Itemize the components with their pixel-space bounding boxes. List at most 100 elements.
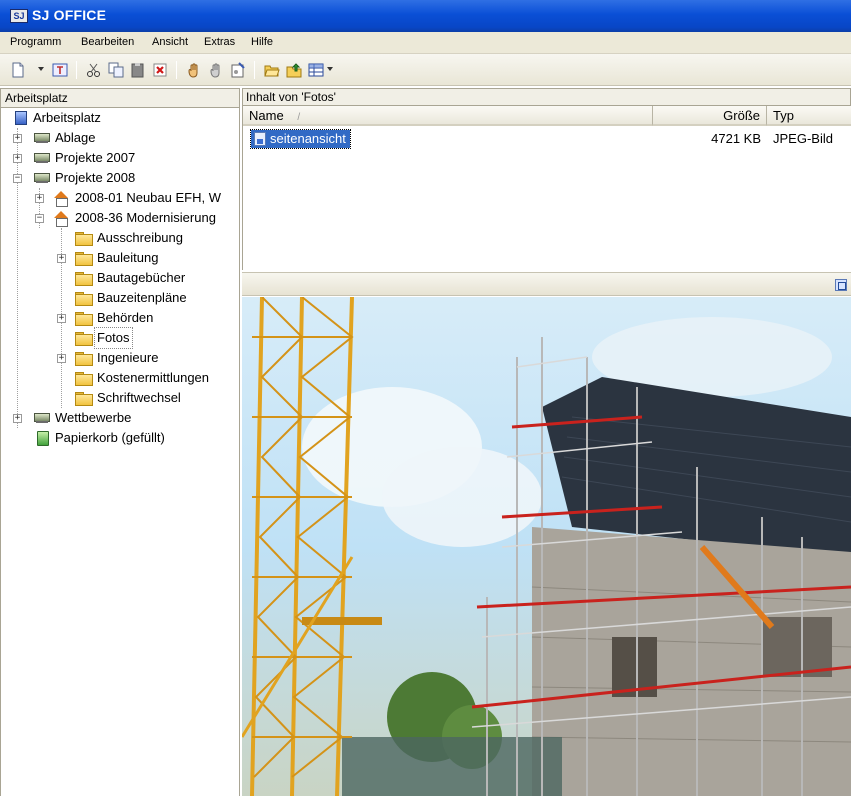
tree-item-arbeitsplatz[interactable]: Arbeitsplatz — [1, 108, 239, 128]
toolbar — [0, 54, 851, 86]
expand-icon[interactable]: + — [57, 254, 66, 263]
column-name[interactable]: Name / — [243, 106, 653, 126]
toolbar-separator — [254, 61, 255, 79]
paste-icon[interactable] — [130, 62, 146, 78]
tree-item-label: Ingenieure — [97, 350, 159, 365]
folder-tree: Arbeitsplatz + Ablage + Projekte 2007 − … — [0, 108, 240, 796]
copy-icon[interactable] — [108, 62, 124, 78]
menu-bearbeiten[interactable]: Bearbeiten — [81, 36, 134, 48]
tree-item-label: Papierkorb (gefüllt) — [55, 430, 165, 445]
app-icon: SJ — [10, 9, 28, 23]
menu-programm[interactable]: Programm — [10, 36, 61, 48]
folder-icon — [75, 252, 93, 266]
folder-icon — [75, 392, 93, 406]
tree-item-label: Schriftwechsel — [97, 390, 181, 405]
tree-item-papierkorb[interactable]: Papierkorb (gefüllt) — [1, 428, 239, 448]
folder-icon — [75, 352, 93, 366]
tree-item-ingenieure[interactable]: + Ingenieure — [1, 348, 239, 368]
open-folder-icon[interactable] — [264, 62, 280, 78]
sort-indicator-icon: / — [297, 112, 301, 123]
expand-icon[interactable]: + — [13, 414, 22, 423]
text-template-icon[interactable] — [52, 62, 68, 78]
file-list: Name / Größe Typ seitenansicht 4721 KB J… — [242, 106, 851, 270]
preview-toolbar — [242, 272, 851, 296]
tree-item-label: 2008-36 Modernisierung — [75, 210, 216, 225]
file-name-selected[interactable]: seitenansicht — [250, 129, 351, 149]
collapse-icon[interactable]: − — [35, 214, 44, 223]
file-size: 4721 KB — [711, 131, 761, 146]
tree-item-label: Bauleitung — [97, 250, 159, 265]
recycle-bin-icon — [37, 431, 49, 446]
file-name: seitenansicht — [270, 131, 346, 146]
new-dropdown-icon[interactable] — [38, 67, 44, 71]
tree-item-label: Ablage — [55, 130, 96, 145]
file-type: JPEG-Bild — [773, 131, 833, 146]
expand-icon[interactable]: + — [35, 194, 44, 203]
menu-ansicht[interactable]: Ansicht — [152, 36, 188, 48]
menu-extras[interactable]: Extras — [204, 36, 235, 48]
column-type[interactable]: Typ — [767, 106, 851, 126]
toolbar-separator — [176, 61, 177, 79]
column-size[interactable]: Größe — [653, 106, 767, 126]
folder-icon — [75, 232, 93, 246]
preview-view-icon[interactable] — [835, 279, 847, 291]
tree-item-fotos[interactable]: Fotos — [1, 327, 239, 349]
expand-icon[interactable]: + — [13, 154, 22, 163]
tree-item-label: Ausschreibung — [97, 230, 183, 245]
tree-item-bauzeitenplaene[interactable]: Bauzeitenpläne — [1, 288, 239, 308]
file-row[interactable]: seitenansicht 4721 KB JPEG-Bild — [243, 129, 851, 149]
image-preview — [242, 297, 851, 796]
menu-hilfe[interactable]: Hilfe — [251, 36, 273, 48]
tree-item-label: Wettbewerbe — [55, 410, 132, 425]
computer-icon — [15, 111, 27, 125]
construction-photo — [242, 297, 851, 796]
column-label: Name — [249, 108, 284, 123]
tree-item-label: Projekte 2008 — [55, 170, 136, 185]
tree-item-ausschreibung[interactable]: Ausschreibung — [1, 228, 239, 248]
tree-item-label: Projekte 2007 — [55, 150, 136, 165]
network-drive-icon — [33, 152, 51, 164]
tree-item-wettbewerbe[interactable]: + Wettbewerbe — [1, 408, 239, 428]
title-bar: SJ SJ OFFICE — [0, 0, 851, 32]
folder-icon — [75, 372, 93, 386]
properties-icon[interactable] — [230, 62, 246, 78]
tree-item-2008-01[interactable]: + 2008-01 Neubau EFH, W — [1, 188, 239, 208]
left-panel-header: Arbeitsplatz — [0, 88, 240, 108]
hand-share-icon[interactable] — [208, 62, 224, 78]
tree-item-bautagebuecher[interactable]: Bautagebücher — [1, 268, 239, 288]
house-icon — [53, 191, 69, 207]
tree-item-behoerden[interactable]: + Behörden — [1, 308, 239, 328]
folder-icon — [75, 312, 93, 326]
tree-item-kostenermittlungen[interactable]: Kostenermittlungen — [1, 368, 239, 388]
tree-item-label: Arbeitsplatz — [33, 110, 101, 125]
jpeg-file-icon — [254, 132, 266, 146]
tree-item-bauleitung[interactable]: + Bauleitung — [1, 248, 239, 268]
window-title: SJ OFFICE — [32, 7, 107, 23]
tree-item-label: Kostenermittlungen — [97, 370, 210, 385]
network-drive-icon — [33, 132, 51, 144]
new-document-icon[interactable] — [10, 62, 26, 78]
content-header: Inhalt von 'Fotos' — [242, 88, 851, 106]
view-options-icon[interactable] — [308, 62, 324, 78]
tree-item-projekte-2007[interactable]: + Projekte 2007 — [1, 148, 239, 168]
collapse-icon[interactable]: − — [13, 174, 22, 183]
expand-icon[interactable]: + — [57, 354, 66, 363]
hand-icon[interactable] — [186, 62, 202, 78]
tree-item-label: Behörden — [97, 310, 154, 325]
folder-up-icon[interactable] — [286, 62, 302, 78]
tree-item-ablage[interactable]: + Ablage — [1, 128, 239, 148]
expand-icon[interactable]: + — [13, 134, 22, 143]
tree-item-projekte-2008[interactable]: − Projekte 2008 — [1, 168, 239, 188]
tree-item-label: Fotos — [94, 327, 133, 349]
view-dropdown-icon[interactable] — [327, 67, 333, 71]
cut-icon[interactable] — [86, 62, 102, 78]
menu-bar: Programm Bearbeiten Ansicht Extras Hilfe — [0, 32, 851, 54]
network-drive-icon — [33, 412, 51, 424]
tree-item-2008-36[interactable]: − 2008-36 Modernisierung — [1, 208, 239, 228]
delete-icon[interactable] — [152, 62, 168, 78]
expand-icon[interactable]: + — [57, 314, 66, 323]
tree-item-schriftwechsel[interactable]: Schriftwechsel — [1, 388, 239, 408]
toolbar-separator — [76, 61, 77, 79]
folder-icon — [75, 272, 93, 286]
house-icon — [53, 211, 69, 227]
